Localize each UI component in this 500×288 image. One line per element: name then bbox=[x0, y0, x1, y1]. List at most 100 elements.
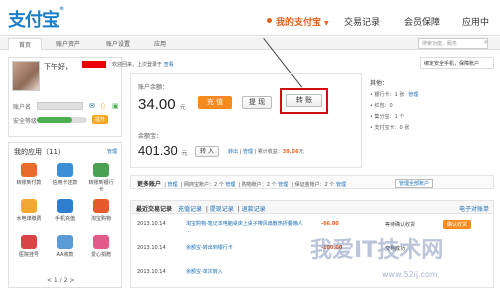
app-label: 转账到付款 bbox=[16, 180, 42, 186]
apps-title: 我的应用（11） bbox=[14, 148, 65, 156]
tx-action-button[interactable]: 确认收货 bbox=[443, 220, 472, 229]
balance-amount: 34.00 元 bbox=[138, 96, 186, 113]
account-label: 账户名 bbox=[13, 104, 32, 111]
app-item[interactable]: 手机充值 bbox=[51, 199, 79, 222]
app-icon bbox=[93, 199, 109, 213]
app-item[interactable]: 爱心捐赠 bbox=[87, 235, 115, 258]
security-upgrade-button[interactable]: 提升 bbox=[92, 115, 109, 124]
app-item[interactable]: 淘宝购物 bbox=[87, 199, 115, 222]
app-label: 转账到银行卡 bbox=[88, 180, 114, 193]
last-login-link[interactable]: 查看 bbox=[164, 62, 174, 68]
app-icon bbox=[21, 235, 37, 249]
subtab-apps[interactable]: 应用 bbox=[154, 39, 166, 48]
caret-down-icon: ▼ bbox=[324, 20, 329, 27]
security-level-fill bbox=[37, 117, 72, 123]
tx-date: 2013.10.14 bbox=[137, 245, 166, 251]
yuebao-manage-link[interactable]: 管理 bbox=[243, 149, 253, 155]
bind-phone-card[interactable]: 绑定安全手机，保障账户 bbox=[420, 57, 494, 69]
tx-date: 2013.10.14 bbox=[137, 269, 166, 275]
more-accounts-row: 更多账户 | 管理 | 网商宝账户：2 个 管理 | 购物账户：2 个 管理 |… bbox=[130, 175, 494, 189]
yuebao-transfer-in-button[interactable]: 转 入 bbox=[195, 146, 219, 157]
tx-amount: -66.00 bbox=[321, 221, 339, 227]
yuebao-label: 余额宝： bbox=[138, 133, 163, 140]
other-asset-label: 红包：0 bbox=[374, 103, 393, 109]
other-assets-title: 其他： bbox=[370, 80, 389, 87]
tab-withdraw-records[interactable]: 提现记录 bbox=[210, 206, 234, 213]
apps-manage-link[interactable]: 管理 bbox=[107, 148, 117, 155]
app-icon bbox=[57, 235, 73, 249]
other-assets-rows: • 银行卡：1 张管理 • 红包：0 • 集分宝：1 个 • 支付宝卡：0 张 bbox=[370, 91, 490, 131]
app-icon bbox=[21, 163, 37, 177]
deposit-manage-link[interactable]: 管理 bbox=[336, 182, 346, 188]
search-input[interactable]: 搜索功能、服务 bbox=[418, 38, 488, 49]
nav-apps[interactable]: 应用中 bbox=[462, 15, 489, 28]
yuebao-transfer-out-link[interactable]: 转出 bbox=[228, 149, 238, 155]
app-item[interactable]: 转账到银行卡 bbox=[87, 163, 115, 193]
wangshang-manage-link[interactable]: 管理 bbox=[225, 182, 235, 188]
security-label: 安全等级 bbox=[13, 118, 38, 125]
tx-status: 等待确认收货 bbox=[385, 222, 416, 228]
yuebao-amount: 401.30 元 bbox=[138, 143, 188, 158]
user-panel: 下午好， 账户名 ✉ ▯ ▣ 安全等级 提升 bbox=[8, 57, 122, 137]
app-icon bbox=[93, 235, 109, 249]
subtab-home[interactable]: 首页 bbox=[8, 38, 43, 50]
username-redacted bbox=[82, 61, 106, 68]
tx-date: 2013.10.14 bbox=[137, 221, 166, 227]
app-label: 手机充值 bbox=[54, 216, 75, 222]
app-item[interactable]: AA收款 bbox=[51, 235, 79, 258]
app-label: 淘宝购物 bbox=[90, 216, 111, 222]
app-item[interactable]: 转账到付款 bbox=[15, 163, 43, 186]
avatar[interactable] bbox=[12, 61, 40, 91]
transactions-title: 最近交易记录 bbox=[136, 206, 173, 213]
watermark-url: www.52ij.com bbox=[382, 270, 438, 279]
email-icon[interactable]: ✉ bbox=[89, 102, 95, 110]
my-apps-panel: 我的应用（11） 管理 转账到付款 信用卡还款 转账到银行卡水电煤缴费 手机充值 淘宝购… bbox=[8, 142, 122, 288]
app-icon bbox=[21, 199, 37, 213]
app-label: 水电煤缴费 bbox=[16, 216, 42, 222]
transfer-highlight-box bbox=[280, 88, 328, 114]
apps-pager[interactable]: < 1 / 2 > bbox=[47, 277, 74, 284]
tab-recharge-records[interactable]: 充值记录 bbox=[178, 206, 202, 213]
active-dot-icon bbox=[267, 18, 272, 23]
tx-description-link[interactable]: 余额宝-单次转入 bbox=[186, 269, 306, 276]
phone-icon[interactable]: ▯ bbox=[101, 102, 105, 110]
nav-membership[interactable]: 会员保障 bbox=[404, 15, 440, 28]
manage-all-accounts-button[interactable]: 管理全部账户 bbox=[394, 179, 433, 188]
tab-refund-records[interactable]: 退款记录 bbox=[242, 206, 266, 213]
account-name-redacted bbox=[37, 102, 83, 110]
tx-description-link[interactable]: 淘宝购物-笔记本电脑桌床上桌子带风扇散热折叠懒人 ... bbox=[186, 221, 306, 235]
alipay-logo[interactable]: 支付宝® bbox=[8, 6, 64, 32]
app-item[interactable]: 信用卡还款 bbox=[51, 163, 79, 186]
more-accounts-title: 更多账户 bbox=[137, 181, 162, 188]
other-asset-label: 银行卡：1 张 bbox=[374, 92, 405, 98]
search-icon[interactable]: ⌕ bbox=[484, 38, 488, 47]
app-icon bbox=[93, 163, 109, 177]
app-icon bbox=[57, 199, 73, 213]
other-asset-row: • 支付宝卡：0 张 bbox=[370, 125, 410, 131]
other-asset-row: • 银行卡：1 张管理 bbox=[370, 92, 419, 98]
other-asset-label: 集分宝：1 个 bbox=[374, 114, 405, 120]
app-item[interactable]: 医院挂号 bbox=[15, 235, 43, 258]
app-label: 信用卡还款 bbox=[52, 180, 78, 186]
app-label: 医院挂号 bbox=[18, 252, 39, 258]
other-asset-row: • 集分宝：1 个 bbox=[370, 114, 405, 120]
other-assets: 其他： • 银行卡：1 张管理 • 红包：0 • 集分宝：1 个 • 支付宝卡：0 张 bbox=[370, 78, 490, 135]
shopping-manage-link[interactable]: 管理 bbox=[278, 182, 288, 188]
nav-transactions[interactable]: 交易记录 bbox=[344, 15, 380, 28]
id-card-icon[interactable]: ▣ bbox=[112, 102, 119, 110]
nav-my-alipay[interactable]: 我的支付宝 ▼ bbox=[267, 15, 329, 28]
withdraw-button[interactable]: 提 现 bbox=[242, 96, 272, 109]
security-level-bar bbox=[37, 117, 87, 123]
app-label: 爱心捐赠 bbox=[90, 252, 111, 258]
app-label: AA收款 bbox=[56, 252, 74, 258]
tx-description-link[interactable]: 余额宝-转出到银行卡 bbox=[186, 245, 306, 252]
app-item[interactable]: 水电煤缴费 bbox=[15, 199, 43, 222]
subtab-settings[interactable]: 账户设置 bbox=[106, 39, 130, 48]
recharge-button[interactable]: 充 值 bbox=[198, 96, 232, 109]
last-login: 欢迎回来，上次登录于 查看 bbox=[112, 62, 174, 68]
sub-nav: 首页 账户资产 账户设置 应用 搜索功能、服务 ⌕ bbox=[0, 37, 500, 50]
e-statement-link[interactable]: 电子对账单 bbox=[459, 204, 489, 213]
subtab-assets[interactable]: 账户资产 bbox=[56, 39, 80, 48]
more-accounts-manage-link[interactable]: 管理 bbox=[167, 182, 177, 188]
other-asset-manage-link[interactable]: 管理 bbox=[408, 92, 418, 98]
